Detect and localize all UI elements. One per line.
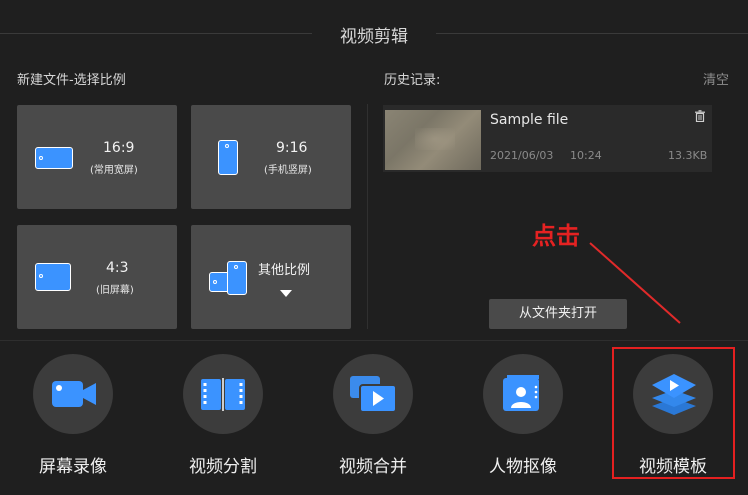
history-label: 历史记录: xyxy=(384,73,441,88)
person-cutout-icon xyxy=(503,375,539,411)
screen-record-button[interactable] xyxy=(33,354,113,434)
trash-icon[interactable] xyxy=(694,110,706,122)
video-merge-button[interactable] xyxy=(333,354,413,434)
annotation-highlight-box xyxy=(612,347,735,479)
landscape-device-icon xyxy=(35,263,71,291)
ratio-label: 其他比例 xyxy=(258,263,311,278)
film-split-icon xyxy=(201,378,245,411)
portrait-device-icon xyxy=(227,261,247,295)
ratio-label: 4:3 xyxy=(106,260,129,276)
video-split-button[interactable] xyxy=(183,354,263,434)
header-line-right xyxy=(436,33,748,34)
history-file-date: 2021/06/03 xyxy=(490,149,554,162)
ratio-label: 16:9 xyxy=(103,140,135,156)
camera-icon xyxy=(52,381,96,407)
landscape-device-icon xyxy=(35,147,73,169)
history-file-name: Sample file xyxy=(490,112,569,128)
tool-label: 屏幕录像 xyxy=(39,457,107,477)
tool-label: 视频合并 xyxy=(339,457,407,477)
ratio-desc: (手机竖屏) xyxy=(264,165,312,176)
ratio-desc: (常用宽屏) xyxy=(90,165,138,176)
portrait-device-icon xyxy=(218,140,238,175)
tools-divider xyxy=(0,340,748,341)
tool-label: 视频分割 xyxy=(189,457,257,477)
open-from-folder-button[interactable]: 从文件夹打开 xyxy=(489,299,627,329)
section-divider xyxy=(367,104,368,329)
person-cutout-button[interactable] xyxy=(483,354,563,434)
clear-history-link[interactable]: 清空 xyxy=(703,69,729,88)
ratio-card-4-3[interactable]: 4:3 (旧屏幕) xyxy=(17,225,177,329)
history-file-size: 13.3KB xyxy=(668,149,708,162)
ratio-card-other[interactable]: 其他比例 xyxy=(191,225,351,329)
history-item[interactable]: Sample file 2021/06/03 10:24 13.3KB xyxy=(383,105,712,172)
page-title: 视频剪辑 xyxy=(340,27,408,47)
history-file-time: 10:24 xyxy=(570,149,602,162)
ratio-label: 9:16 xyxy=(276,140,308,156)
ratio-desc: (旧屏幕) xyxy=(96,285,134,296)
video-thumbnail xyxy=(385,110,481,170)
new-file-label: 新建文件-选择比例 xyxy=(17,73,126,88)
header-line-left xyxy=(0,33,312,34)
ratio-card-16-9[interactable]: 16:9 (常用宽屏) xyxy=(17,105,177,209)
ratio-card-9-16[interactable]: 9:16 (手机竖屏) xyxy=(191,105,351,209)
tool-label: 人物抠像 xyxy=(489,457,557,477)
annotation-click-text: 点击 xyxy=(532,222,580,250)
video-merge-icon xyxy=(350,376,397,413)
dropdown-arrow-icon[interactable] xyxy=(279,289,293,299)
